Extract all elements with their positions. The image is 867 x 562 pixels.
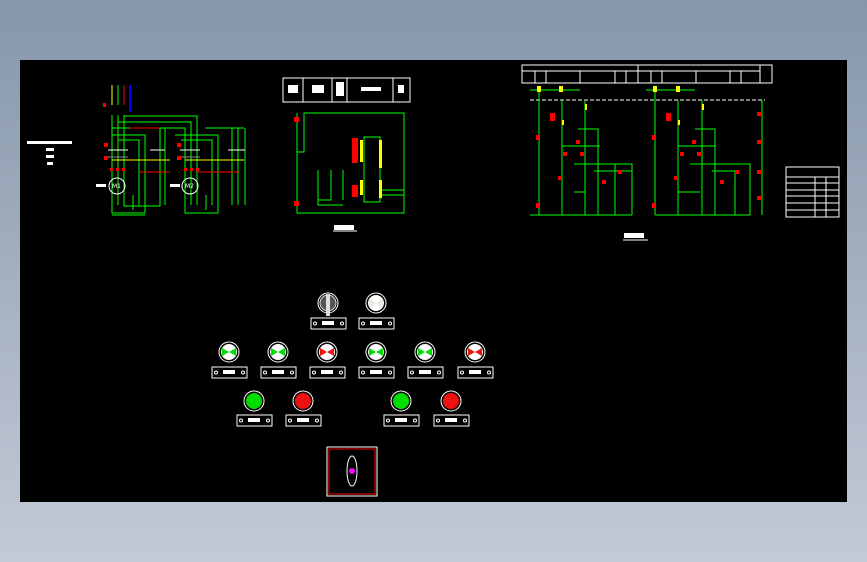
nameplate <box>383 414 420 427</box>
nameplate <box>285 414 322 427</box>
nameplate <box>407 366 444 379</box>
knob-icon <box>349 468 355 474</box>
selector-handle[interactable] <box>326 294 330 316</box>
button-cap <box>246 393 262 409</box>
push-button-row3-4[interactable] <box>440 390 462 412</box>
button-cap <box>393 393 409 409</box>
button-cap <box>443 393 459 409</box>
nameplate <box>260 366 297 379</box>
selector-switch-row1-1[interactable] <box>317 292 339 316</box>
emergency-stop-box[interactable] <box>326 446 378 497</box>
nameplate <box>310 317 347 330</box>
nameplate <box>236 414 273 427</box>
indicator-lamp-row2-3[interactable] <box>316 341 338 363</box>
push-button-row3-2[interactable] <box>292 390 314 412</box>
nameplate <box>433 414 470 427</box>
nameplate <box>457 366 494 379</box>
push-button-row3-1[interactable] <box>243 390 265 412</box>
cad-drawing-area[interactable]: M1 M2 <box>20 60 847 502</box>
nameplate <box>211 366 248 379</box>
indicator-lamp-row2-1[interactable] <box>218 341 240 363</box>
indicator-lamp-row2-4[interactable] <box>365 341 387 363</box>
indicator-lamp-row2-2[interactable] <box>267 341 289 363</box>
nameplate <box>358 366 395 379</box>
nameplate <box>358 317 395 330</box>
button-cap <box>295 393 311 409</box>
operator-panel <box>211 292 494 497</box>
indicator-lamp-row2-6[interactable] <box>464 341 486 363</box>
indicator-lamp-row1-2[interactable] <box>365 292 387 314</box>
push-button-row3-3[interactable] <box>390 390 412 412</box>
nameplate <box>309 366 346 379</box>
indicator-lamp-row2-5[interactable] <box>414 341 436 363</box>
